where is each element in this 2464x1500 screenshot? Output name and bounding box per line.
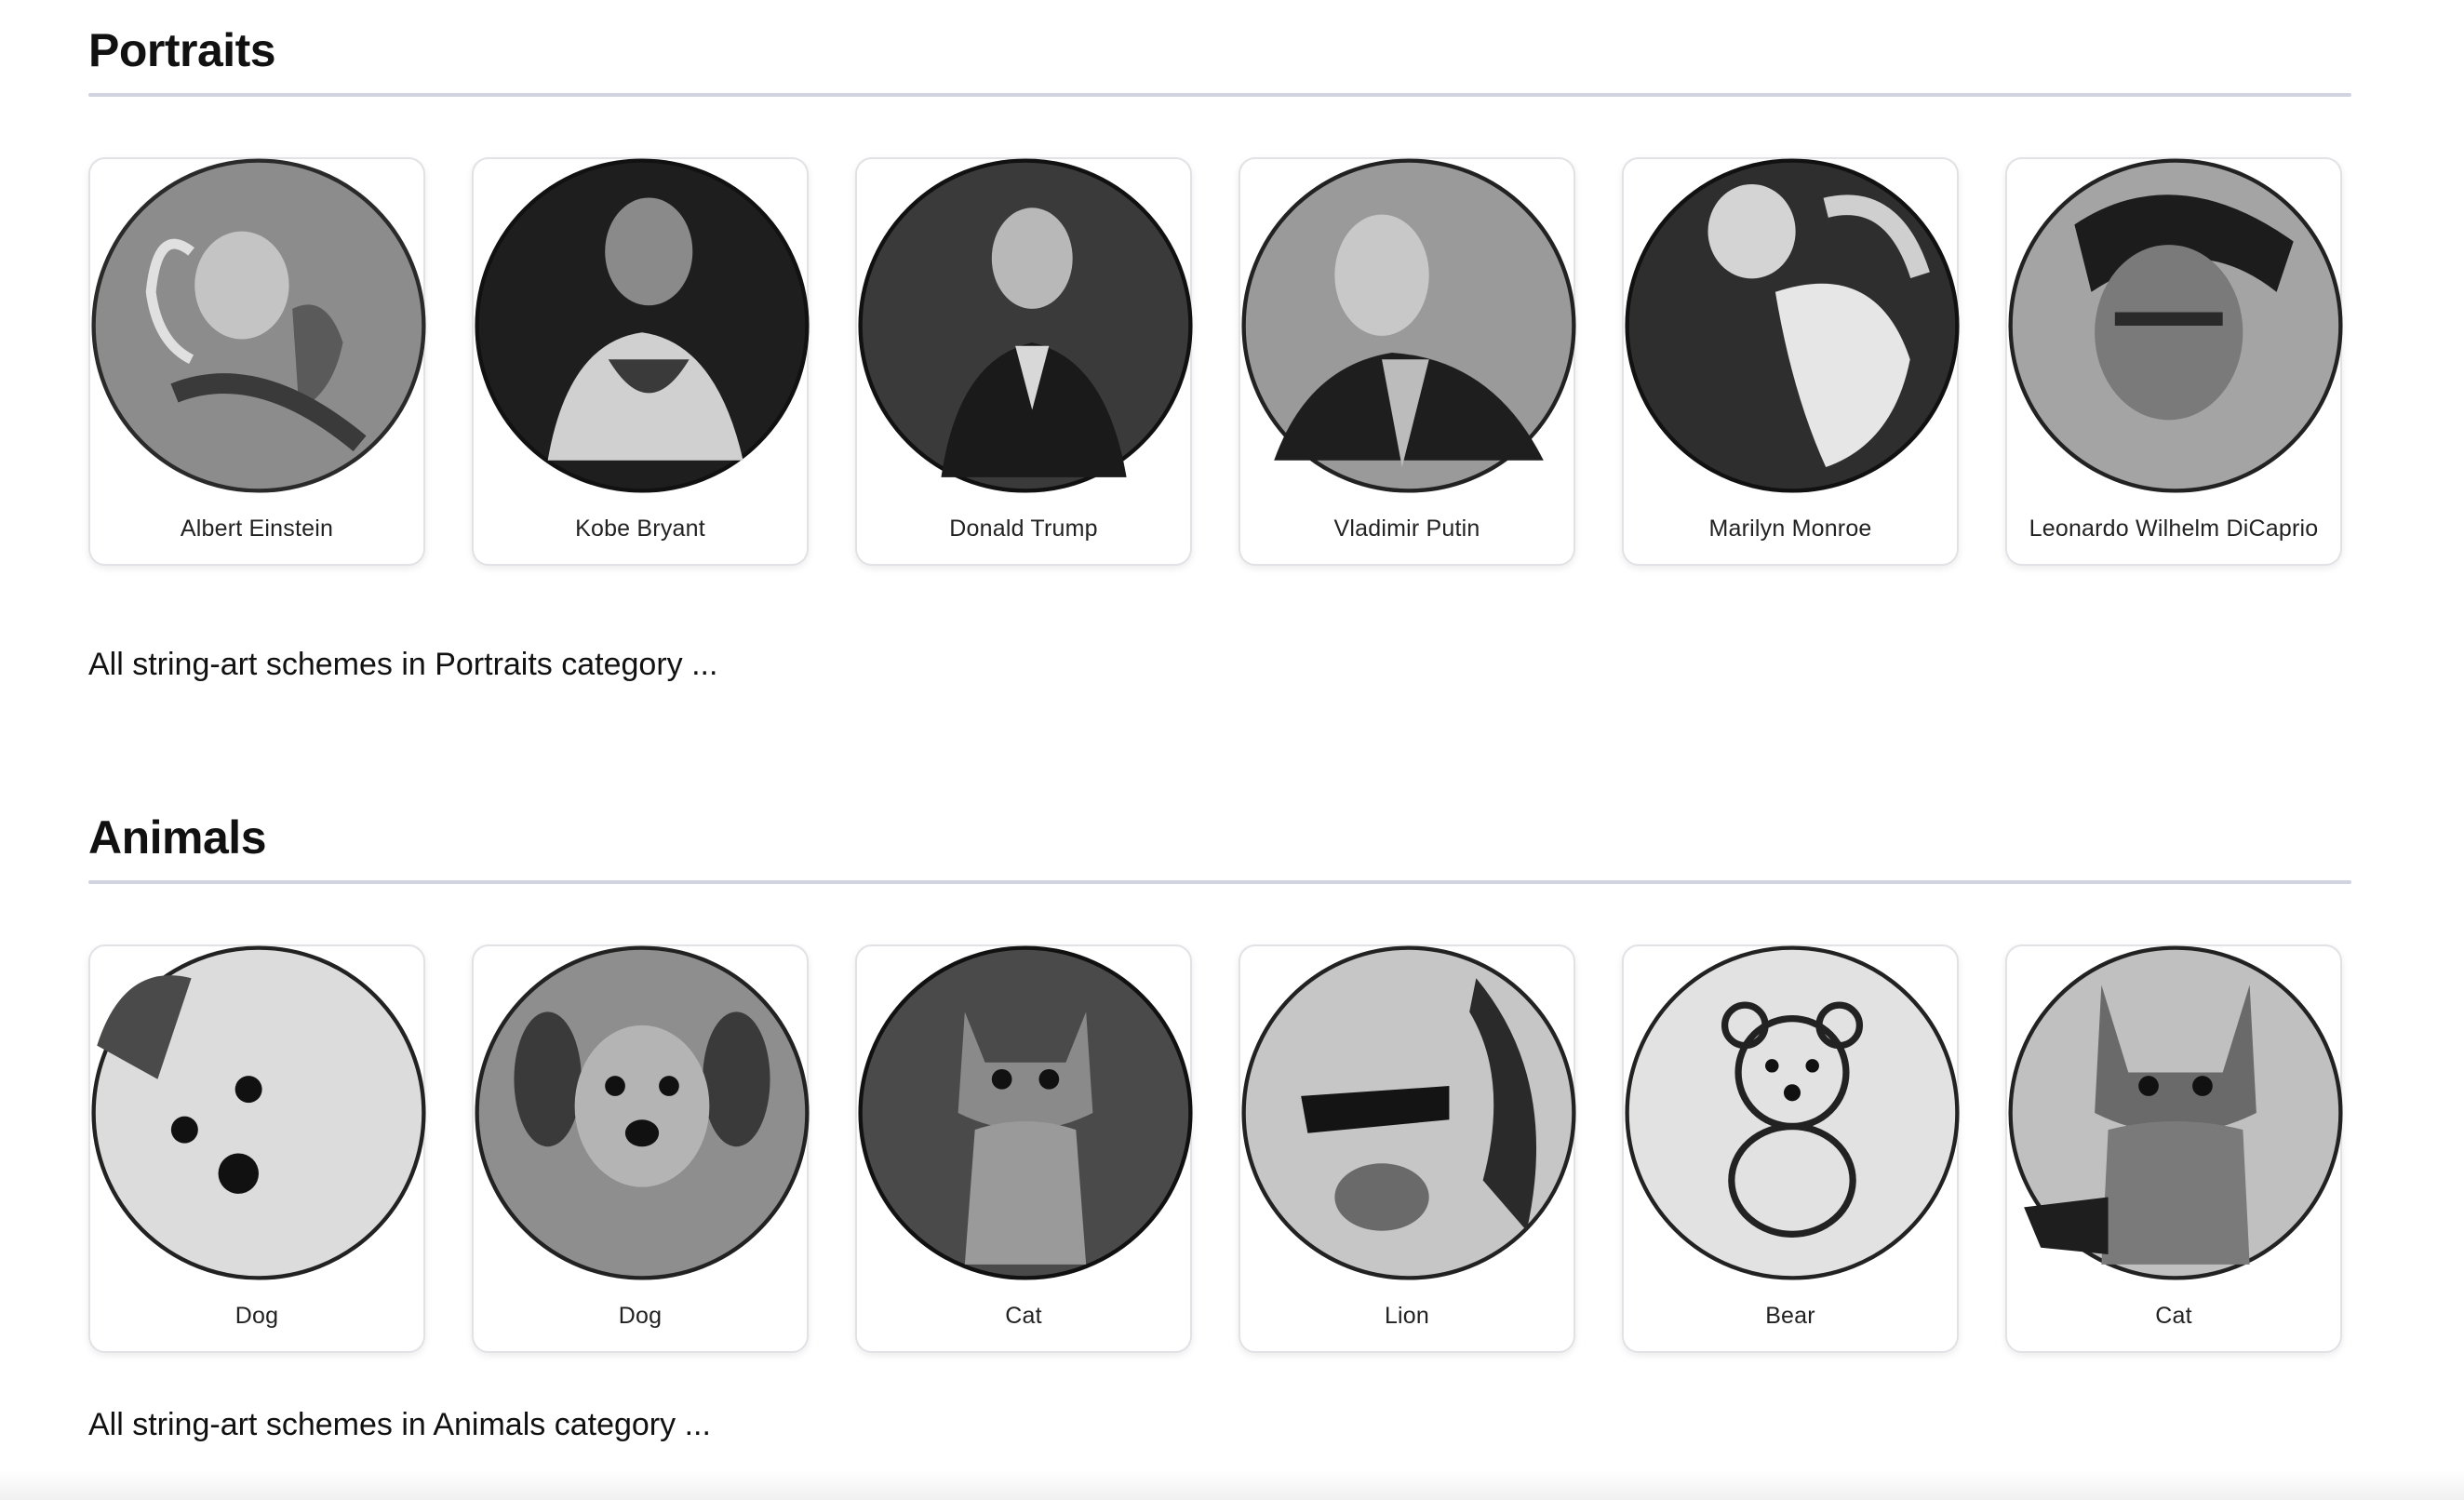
see-all-portraits-link[interactable]: All string-art schemes in Portraits cate… — [88, 645, 717, 684]
scheme-card[interactable]: Cat — [855, 944, 1194, 1353]
string-art-thumbnail[interactable] — [2007, 157, 2344, 494]
card-grid: Albert Einstein Kobe Bryant Donald Trump… — [88, 157, 2344, 566]
scheme-title: Bear — [1765, 1303, 1815, 1329]
string-art-thumbnail[interactable] — [857, 944, 1194, 1281]
section-title: Animals — [88, 811, 267, 864]
string-art-thumbnail[interactable] — [90, 157, 427, 494]
string-art-thumbnail[interactable] — [1624, 944, 1961, 1281]
scheme-title: Dog — [618, 1303, 663, 1329]
string-art-thumbnail[interactable] — [1624, 157, 1961, 494]
scheme-title: Cat — [2155, 1303, 2192, 1329]
scheme-title: Leonardo Wilhelm DiCaprio — [2029, 516, 2319, 542]
scheme-card[interactable]: Lion — [1239, 944, 1577, 1353]
string-art-thumbnail[interactable] — [474, 944, 810, 1281]
scheme-card[interactable]: Bear — [1622, 944, 1961, 1353]
string-art-thumbnail[interactable] — [2007, 944, 2344, 1281]
bottom-edge — [0, 1470, 2464, 1500]
scheme-card[interactable]: Leonardo Wilhelm DiCaprio — [2005, 157, 2344, 566]
see-all-animals-link[interactable]: All string-art schemes in Animals catego… — [88, 1405, 711, 1444]
scheme-title: Vladimir Putin — [1333, 516, 1480, 542]
section-portraits: Portraits Albert Einstein Kobe Bryant Do… — [88, 22, 2351, 682]
section-divider — [88, 93, 2351, 97]
scheme-card[interactable]: Vladimir Putin — [1239, 157, 1577, 566]
scheme-card[interactable]: Dog — [472, 944, 810, 1353]
scheme-card[interactable]: Dog — [88, 944, 427, 1353]
scheme-title: Donald Trump — [949, 516, 1098, 542]
scheme-title: Kobe Bryant — [575, 516, 705, 542]
string-art-thumbnail[interactable] — [474, 157, 810, 494]
section-animals: Animals Dog Dog Cat Lion Bear Cat All st… — [88, 810, 2351, 1442]
page: Portraits Albert Einstein Kobe Bryant Do… — [0, 0, 2464, 1500]
scheme-card[interactable]: Marilyn Monroe — [1622, 157, 1961, 566]
scheme-title: Lion — [1384, 1303, 1430, 1329]
string-art-thumbnail[interactable] — [1240, 944, 1577, 1281]
scheme-title: Dog — [234, 1303, 279, 1329]
scheme-card[interactable]: Donald Trump — [855, 157, 1194, 566]
scheme-title: Marilyn Monroe — [1708, 516, 1872, 542]
card-grid: Dog Dog Cat Lion Bear Cat — [88, 944, 2344, 1353]
string-art-thumbnail[interactable] — [857, 157, 1194, 494]
scheme-card[interactable]: Cat — [2005, 944, 2344, 1353]
scheme-title: Albert Einstein — [180, 516, 334, 542]
string-art-thumbnail[interactable] — [1240, 157, 1577, 494]
scheme-card[interactable]: Albert Einstein — [88, 157, 427, 566]
scheme-title: Cat — [1005, 1303, 1042, 1329]
string-art-thumbnail[interactable] — [90, 944, 427, 1281]
section-title: Portraits — [88, 24, 276, 76]
scheme-card[interactable]: Kobe Bryant — [472, 157, 810, 566]
section-divider — [88, 880, 2351, 884]
